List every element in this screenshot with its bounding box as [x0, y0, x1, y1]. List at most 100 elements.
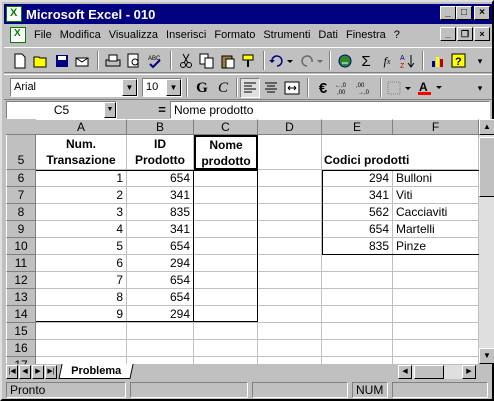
cell-f17[interactable] — [393, 357, 479, 364]
cell-a17[interactable] — [36, 357, 127, 364]
doc-restore-button[interactable]: ❐ — [457, 27, 473, 41]
cell-e12[interactable] — [322, 272, 393, 289]
font-name-dropdown[interactable]: Arial ▼ — [10, 78, 138, 97]
cell-a9[interactable]: 4 — [36, 221, 127, 238]
cell-c5-active[interactable]: Nome prodotto — [194, 135, 258, 170]
row-header-7[interactable]: 7 — [6, 187, 36, 204]
spreadsheet-grid[interactable]: A B C D E F 5 Num. Transazione ID Prodot… — [6, 119, 479, 364]
new-icon[interactable] — [10, 51, 30, 71]
hyperlink-icon[interactable] — [335, 51, 355, 71]
cell-b10[interactable]: 654 — [127, 238, 194, 255]
cell-c10[interactable] — [194, 238, 258, 255]
next-sheet-icon[interactable]: ▶ — [32, 365, 44, 379]
cell-d17[interactable] — [258, 357, 322, 364]
cell-c17[interactable] — [194, 357, 258, 364]
cell-c12[interactable] — [194, 272, 258, 289]
cell-e14[interactable] — [322, 306, 393, 323]
cell-a12[interactable]: 7 — [36, 272, 127, 289]
cell-f15[interactable] — [393, 323, 479, 340]
row-header-15[interactable]: 15 — [6, 323, 36, 340]
row-header-14[interactable]: 14 — [6, 306, 36, 323]
cell-d10[interactable] — [258, 238, 322, 255]
cell-e8[interactable]: 562 — [322, 204, 393, 221]
align-left-icon[interactable] — [240, 78, 260, 98]
cell-e5-codici[interactable]: Codici prodotti — [322, 135, 479, 170]
row-header-8[interactable]: 8 — [6, 204, 36, 221]
menu-help[interactable]: ? — [390, 29, 404, 41]
font-size-dropdown[interactable]: 10 ▼ — [142, 78, 182, 97]
save-icon[interactable] — [52, 51, 72, 71]
currency-button[interactable]: € — [313, 78, 333, 98]
cell-a8[interactable]: 3 — [36, 204, 127, 221]
menu-modifica[interactable]: Modifica — [56, 29, 105, 41]
menu-file[interactable]: File — [30, 29, 56, 41]
first-sheet-icon[interactable]: |◀ — [6, 365, 18, 379]
cell-f13[interactable] — [393, 289, 479, 306]
print-preview-icon[interactable] — [124, 51, 144, 71]
copy-icon[interactable] — [197, 51, 217, 71]
cell-b12[interactable]: 654 — [127, 272, 194, 289]
horizontal-scrollbar[interactable]: ◀ ▶ — [398, 365, 476, 379]
chevron-down-icon[interactable]: ▼ — [104, 102, 116, 118]
format-painter-icon[interactable] — [239, 51, 259, 71]
cell-d8[interactable] — [258, 204, 322, 221]
more-buttons-icon[interactable]: ▾ — [470, 51, 490, 71]
cell-e15[interactable] — [322, 323, 393, 340]
scroll-thumb[interactable] — [479, 137, 494, 197]
minimize-button[interactable]: _ — [440, 6, 456, 20]
cell-c8[interactable] — [194, 204, 258, 221]
scroll-right-icon[interactable]: ▶ — [462, 365, 476, 379]
formula-input[interactable]: Nome prodotto — [170, 101, 490, 119]
cell-e16[interactable] — [322, 340, 393, 357]
decrease-decimal-icon[interactable]: ,00 →,0 — [355, 78, 375, 98]
scroll-down-icon[interactable]: ▼ — [479, 348, 494, 364]
cell-d13[interactable] — [258, 289, 322, 306]
cell-a16[interactable] — [36, 340, 127, 357]
menu-inserisci[interactable]: Inserisci — [162, 29, 210, 41]
vertical-scrollbar[interactable]: ▲ ▼ — [479, 119, 494, 364]
scroll-up-icon[interactable]: ▲ — [479, 119, 494, 135]
column-header-d[interactable]: D — [258, 119, 322, 135]
menu-formato[interactable]: Formato — [210, 29, 259, 41]
excel-app-icon[interactable] — [6, 6, 22, 22]
cell-f11[interactable] — [393, 255, 479, 272]
paste-icon[interactable] — [218, 51, 238, 71]
autosum-icon[interactable]: Σ — [356, 51, 376, 71]
cell-d11[interactable] — [258, 255, 322, 272]
cell-a5[interactable]: Num. Transazione — [36, 135, 127, 170]
cell-d14[interactable] — [258, 306, 322, 323]
cell-d12[interactable] — [258, 272, 322, 289]
cell-d16[interactable] — [258, 340, 322, 357]
bold-button[interactable]: G — [192, 78, 212, 98]
cell-d5[interactable] — [258, 135, 322, 170]
cell-b16[interactable] — [127, 340, 194, 357]
doc-close-button[interactable]: × — [474, 27, 490, 41]
cell-e10[interactable]: 835 — [322, 238, 393, 255]
cell-c11[interactable] — [194, 255, 258, 272]
function-icon[interactable]: fx — [377, 51, 397, 71]
title-bar[interactable]: Microsoft Excel - 010 _ □ × — [4, 4, 492, 24]
row-header-9[interactable]: 9 — [6, 221, 36, 238]
row-header-10[interactable]: 10 — [6, 238, 36, 255]
cell-b13[interactable]: 654 — [127, 289, 194, 306]
open-icon[interactable] — [31, 51, 51, 71]
formula-equals-label[interactable]: = — [155, 101, 169, 119]
cell-b6[interactable]: 654 — [127, 170, 194, 187]
merge-center-icon[interactable] — [282, 78, 302, 98]
cell-c15[interactable] — [194, 323, 258, 340]
cell-a6[interactable]: 1 — [36, 170, 127, 187]
cell-a7[interactable]: 2 — [36, 187, 127, 204]
increase-decimal-icon[interactable]: ←,0,00 — [334, 78, 354, 98]
name-box[interactable]: C5 ▼ — [6, 101, 117, 119]
cell-f9[interactable]: Martelli — [393, 221, 479, 238]
menu-visualizza[interactable]: Visualizza — [105, 29, 162, 41]
row-header-6[interactable]: 6 — [6, 170, 36, 187]
hscroll-thumb[interactable] — [414, 365, 444, 379]
cell-c13[interactable] — [194, 289, 258, 306]
spelling-icon[interactable]: ABC — [145, 51, 165, 71]
chevron-down-icon[interactable]: ▼ — [166, 79, 181, 96]
document-icon[interactable] — [10, 27, 26, 43]
cell-b9[interactable]: 341 — [127, 221, 194, 238]
cell-b8[interactable]: 835 — [127, 204, 194, 221]
cell-e7[interactable]: 341 — [322, 187, 393, 204]
